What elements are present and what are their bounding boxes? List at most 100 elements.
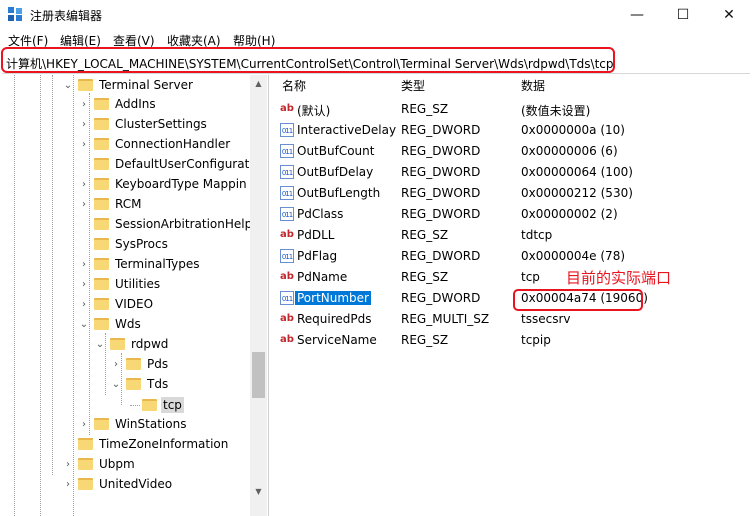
value-data: tcp — [521, 270, 540, 284]
folder-open-icon — [94, 318, 109, 330]
string-value-icon: ab — [280, 103, 294, 114]
value-row[interactable]: 011 OutBufCount REG_DWORD 0x00000006 (6) — [274, 141, 752, 162]
value-data: tssecsrv — [521, 312, 571, 326]
value-type: REG_SZ — [401, 102, 449, 116]
tree-item-rdpwd[interactable]: ⌄ rdpwd — [94, 334, 170, 354]
value-row[interactable]: 011 InteractiveDelay REG_DWORD 0x0000000… — [274, 120, 752, 141]
value-row[interactable]: ab PdDLL REG_SZ tdtcp — [274, 225, 752, 246]
value-name: PdName — [297, 270, 348, 284]
column-header-data[interactable]: 数据 — [521, 77, 545, 97]
value-type: REG_DWORD — [401, 249, 481, 263]
tree-item-addins[interactable]: › AddIns — [78, 94, 158, 114]
column-header-name[interactable]: 名称 — [282, 77, 306, 97]
folder-icon — [94, 178, 109, 190]
window-title: 注册表编辑器 — [30, 9, 103, 23]
value-row[interactable]: ab ServiceName REG_SZ tcpip — [274, 330, 752, 351]
value-data: tdtcp — [521, 228, 553, 242]
value-data: 0x00000212 (530) — [521, 186, 633, 200]
tree-guide-line — [52, 75, 53, 475]
minimize-button[interactable]: — — [614, 0, 660, 29]
close-button[interactable]: ✕ — [706, 0, 752, 29]
folder-icon — [94, 218, 109, 230]
registry-editor-icon — [8, 7, 22, 21]
value-name: OutBufLength — [297, 186, 381, 200]
chevron-right-icon[interactable]: › — [78, 134, 90, 154]
value-data: (数值未设置) — [521, 104, 591, 118]
value-row[interactable]: 011 PdClass REG_DWORD 0x00000002 (2) — [274, 204, 752, 225]
tree-item-terminaltypes[interactable]: › TerminalTypes — [78, 254, 202, 274]
scroll-down-arrow-icon[interactable]: ▼ — [250, 483, 267, 499]
binary-value-icon: 011 — [280, 165, 294, 179]
value-type: REG_SZ — [401, 228, 449, 242]
tree-scrollbar-thumb[interactable] — [252, 352, 265, 398]
tree-item-timezoneinformation[interactable]: ›TimeZoneInformation — [62, 434, 230, 454]
value-row[interactable]: 011 OutBufLength REG_DWORD 0x00000212 (5… — [274, 183, 752, 204]
tree-item-terminal-server[interactable]: ⌄ Terminal Server — [62, 75, 195, 95]
folder-open-icon — [78, 79, 93, 91]
menu-bar: 文件(F) 编辑(E) 查看(V) 收藏夹(A) 帮助(H) — [0, 29, 752, 49]
tree-item-tcp[interactable]: ›tcp — [126, 395, 184, 415]
binary-value-icon: 011 — [280, 249, 294, 263]
value-type: REG_SZ — [401, 270, 449, 284]
tree-scrollbar[interactable] — [250, 75, 267, 516]
tree-item-pds[interactable]: › Pds — [110, 354, 170, 374]
chevron-down-icon[interactable]: ⌄ — [78, 314, 90, 334]
tree-item-keyboardtype-mapping[interactable]: › KeyboardType Mappin — [78, 174, 249, 194]
value-row[interactable]: ab RequiredPds REG_MULTI_SZ tssecsrv — [274, 309, 752, 330]
chevron-down-icon[interactable]: ⌄ — [110, 374, 122, 394]
value-data: 0x0000000a (10) — [521, 123, 625, 137]
string-value-icon: ab — [280, 271, 294, 282]
maximize-button[interactable]: ☐ — [660, 0, 706, 29]
column-header-type[interactable]: 类型 — [401, 77, 425, 97]
value-name: PdClass — [297, 207, 344, 221]
value-name: RequiredPds — [297, 312, 372, 326]
value-row[interactable]: ab PdName REG_SZ tcp — [274, 267, 752, 288]
chevron-right-icon[interactable]: › — [62, 474, 74, 494]
chevron-right-icon[interactable]: › — [78, 174, 90, 194]
chevron-right-icon[interactable]: › — [78, 194, 90, 214]
chevron-right-icon[interactable]: › — [78, 414, 90, 434]
chevron-right-icon[interactable]: › — [78, 254, 90, 274]
tree-item-connectionhandler[interactable]: › ConnectionHandler — [78, 134, 232, 154]
folder-icon — [94, 238, 109, 250]
annotation-current-port: 目前的实际端口 — [566, 269, 672, 287]
key-tree-pane[interactable]: ⌄ Terminal Server › AddIns › ClusterSetting… — [0, 75, 269, 516]
value-row[interactable]: ab (默认) REG_SZ (数值未设置) — [274, 99, 752, 120]
chevron-down-icon[interactable]: ⌄ — [62, 75, 74, 95]
value-row[interactable]: 011 OutBufDelay REG_DWORD 0x00000064 (10… — [274, 162, 752, 183]
folder-icon — [94, 198, 109, 210]
value-name: OutBufCount — [297, 144, 375, 158]
value-name: ServiceName — [297, 333, 377, 347]
value-type: REG_DWORD — [401, 186, 481, 200]
folder-icon — [78, 438, 93, 450]
chevron-right-icon[interactable]: › — [78, 94, 90, 114]
tree-item-tds[interactable]: ⌄ Tds — [110, 374, 170, 394]
value-name: (默认) — [297, 104, 331, 118]
binary-value-icon: 011 — [280, 144, 294, 158]
tree-item-ubpm[interactable]: › Ubpm — [62, 454, 137, 474]
tree-item-defaultuserconfiguration[interactable]: ›DefaultUserConfiguratio — [78, 154, 262, 174]
value-name: PortNumber — [295, 291, 371, 305]
tree-item-rcm[interactable]: › RCM — [78, 194, 143, 214]
scroll-up-arrow-icon[interactable]: ▲ — [250, 75, 267, 91]
chevron-right-icon[interactable]: › — [78, 294, 90, 314]
tree-item-clustersettings[interactable]: › ClusterSettings — [78, 114, 209, 134]
chevron-down-icon[interactable]: ⌄ — [94, 334, 106, 354]
chevron-right-icon[interactable]: › — [110, 354, 122, 374]
chevron-right-icon[interactable]: › — [78, 114, 90, 134]
folder-open-icon — [142, 399, 157, 411]
tree-item-winstations[interactable]: › WinStations — [78, 414, 188, 434]
chevron-right-icon[interactable]: › — [78, 274, 90, 294]
folder-icon — [126, 358, 141, 370]
tree-item-sysprocs[interactable]: ›SysProcs — [78, 234, 170, 254]
value-name: OutBufDelay — [297, 165, 374, 179]
value-row[interactable]: 011 PdFlag REG_DWORD 0x0000004e (78) — [274, 246, 752, 267]
folder-open-icon — [110, 338, 125, 350]
tree-item-utilities[interactable]: › Utilities — [78, 274, 162, 294]
tree-item-wds[interactable]: ⌄ Wds — [78, 314, 143, 334]
tree-item-unitedvideo[interactable]: › UnitedVideo — [62, 474, 174, 494]
string-value-icon: ab — [280, 229, 294, 240]
tree-item-video[interactable]: › VIDEO — [78, 294, 155, 314]
chevron-right-icon[interactable]: › — [62, 454, 74, 474]
tree-item-sessionarbitrationhelper[interactable]: ›SessionArbitrationHelp — [78, 214, 254, 234]
